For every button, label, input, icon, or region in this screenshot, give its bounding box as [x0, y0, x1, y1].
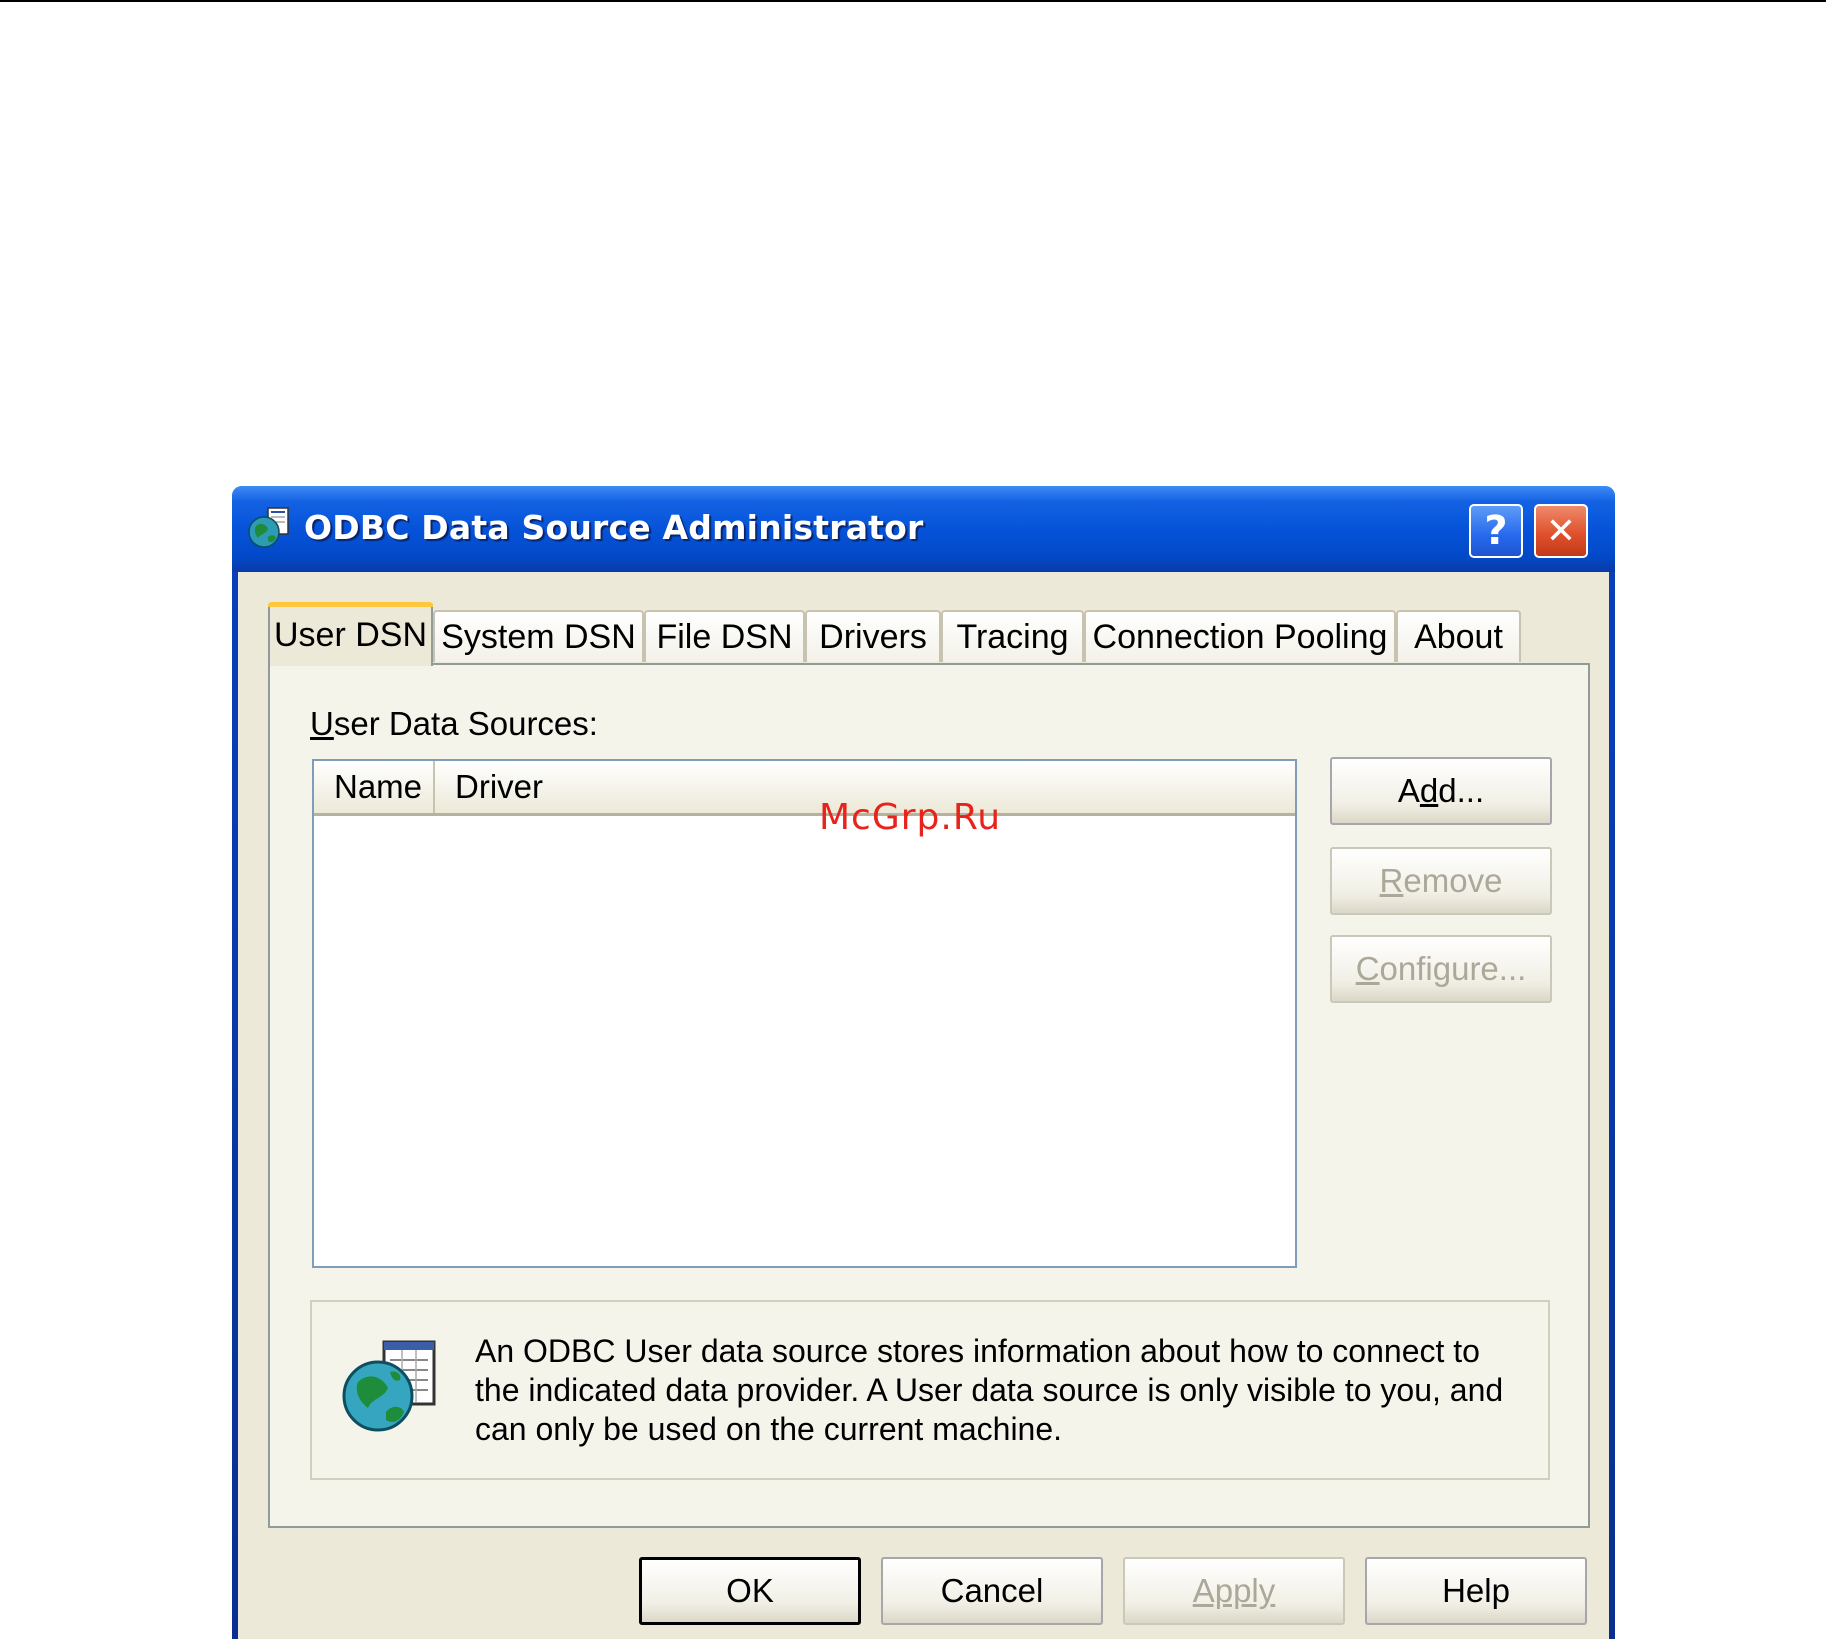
tab-label: User DSN [273, 615, 428, 654]
user-data-sources-label: User Data Sources: [310, 705, 598, 742]
remove-button[interactable]: Remove [1330, 847, 1552, 915]
help-title-button[interactable]: ? [1469, 504, 1523, 558]
watermark-text: McGrp.Ru [819, 797, 1002, 838]
ok-button[interactable]: OK [639, 1557, 861, 1625]
window-title: ODBC Data Source Administrator [304, 508, 924, 547]
tab-label: System DSN [441, 617, 636, 656]
info-groupbox: An ODBC User data source stores informat… [310, 1300, 1550, 1480]
apply-button[interactable]: Apply [1123, 1557, 1345, 1625]
tab-system-dsn[interactable]: System DSN [433, 610, 644, 662]
tab-label: Tracing [956, 617, 1069, 656]
configure-button[interactable]: Configure... [1330, 935, 1552, 1003]
user-data-sources-list[interactable]: Name Driver [312, 759, 1297, 1268]
tab-tracing[interactable]: Tracing [941, 610, 1084, 662]
tab-label: Drivers [819, 617, 927, 656]
tab-label: About [1414, 617, 1503, 656]
tab-label: Connection Pooling [1092, 617, 1388, 656]
tab-label: File DSN [656, 617, 793, 656]
tab-drivers[interactable]: Drivers [805, 610, 941, 662]
tab-connection-pooling[interactable]: Connection Pooling [1084, 610, 1396, 662]
dialog-client-area: User DSN System DSN File DSN Drivers Tra… [238, 572, 1609, 1639]
close-icon: ✕ [1545, 510, 1577, 552]
odbc-globe-icon [248, 507, 289, 548]
tab-file-dsn[interactable]: File DSN [644, 610, 805, 662]
question-icon: ? [1484, 508, 1508, 554]
column-header-name[interactable]: Name [314, 761, 435, 813]
info-description: An ODBC User data source stores informat… [475, 1333, 1504, 1447]
tab-about[interactable]: About [1396, 610, 1521, 662]
odbc-globe-icon [342, 1340, 436, 1432]
close-button[interactable]: ✕ [1534, 504, 1588, 558]
odbc-dialog: ODBC Data Source Administrator ? ✕ User … [232, 486, 1615, 1639]
page-top-rule [0, 0, 1826, 2]
help-button[interactable]: Help [1365, 1557, 1587, 1625]
list-body[interactable] [314, 816, 1295, 1266]
cancel-button[interactable]: Cancel [881, 1557, 1103, 1625]
user-dsn-panel: User Data Sources: Name Driver Ad d... Re… [268, 663, 1590, 1528]
add-button[interactable]: Ad d... [1330, 757, 1552, 825]
title-bar[interactable]: ODBC Data Source Administrator ? ✕ [232, 486, 1615, 572]
tab-user-dsn[interactable]: User DSN [268, 602, 433, 666]
list-header: Name Driver [314, 761, 1295, 816]
